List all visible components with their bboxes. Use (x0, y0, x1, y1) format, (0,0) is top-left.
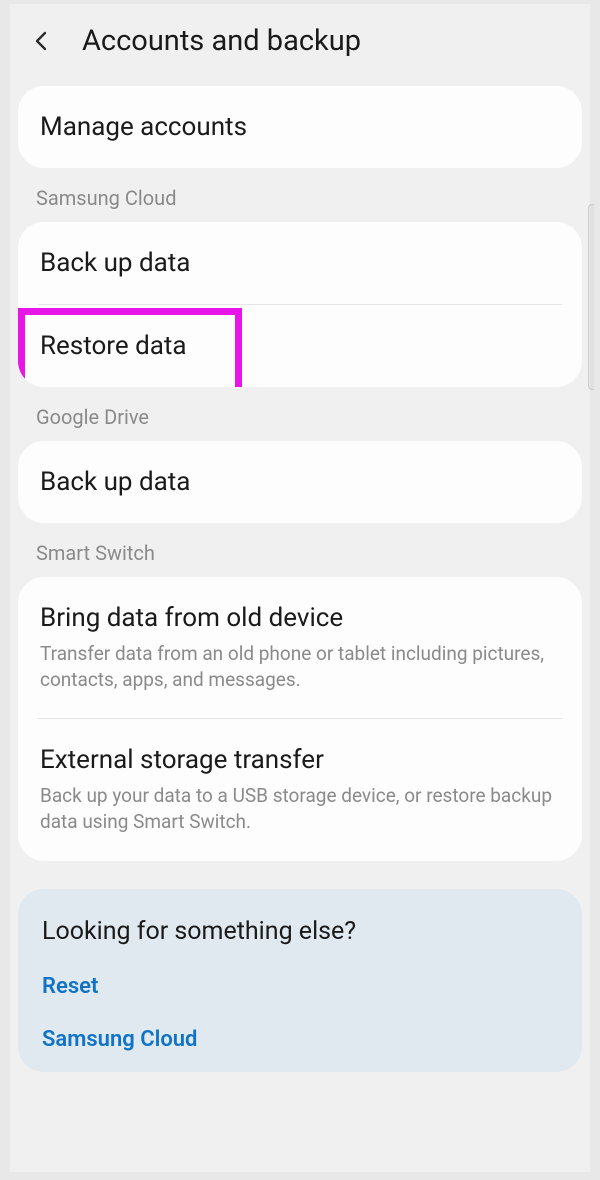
external-storage-sub: Back up your data to a USB storage devic… (40, 783, 560, 834)
scrollbar[interactable] (588, 204, 594, 390)
bring-data-item[interactable]: Bring data from old device Transfer data… (18, 577, 582, 718)
restore-data-item[interactable]: Restore data (18, 305, 582, 387)
external-storage-item[interactable]: External storage transfer Back up your d… (18, 719, 582, 860)
section-header-samsung-cloud: Samsung Cloud (10, 168, 590, 222)
bring-data-sub: Transfer data from an old phone or table… (40, 641, 560, 692)
section-header-google-drive: Google Drive (10, 387, 590, 441)
footer-title: Looking for something else? (42, 917, 558, 946)
back-icon[interactable] (30, 29, 54, 53)
backup-data-google-label: Back up data (40, 467, 560, 497)
link-samsung-cloud[interactable]: Samsung Cloud (42, 1027, 558, 1052)
backup-data-samsung-item[interactable]: Back up data (18, 222, 582, 304)
samsung-cloud-card: Back up data Restore data (18, 222, 582, 387)
manage-accounts-item[interactable]: Manage accounts (18, 86, 582, 168)
footer-card: Looking for something else? Reset Samsun… (18, 889, 582, 1072)
backup-data-samsung-label: Back up data (40, 248, 560, 278)
restore-data-label: Restore data (40, 331, 560, 361)
external-storage-label: External storage transfer (40, 745, 560, 775)
section-header-smart-switch: Smart Switch (10, 523, 590, 577)
app-header: Accounts and backup (10, 4, 590, 86)
page-title: Accounts and backup (82, 24, 361, 58)
link-reset[interactable]: Reset (42, 974, 558, 999)
smart-switch-card: Bring data from old device Transfer data… (18, 577, 582, 861)
google-drive-card: Back up data (18, 441, 582, 523)
bring-data-label: Bring data from old device (40, 603, 560, 633)
manage-accounts-card: Manage accounts (18, 86, 582, 168)
backup-data-google-item[interactable]: Back up data (18, 441, 582, 523)
manage-accounts-label: Manage accounts (40, 112, 560, 142)
